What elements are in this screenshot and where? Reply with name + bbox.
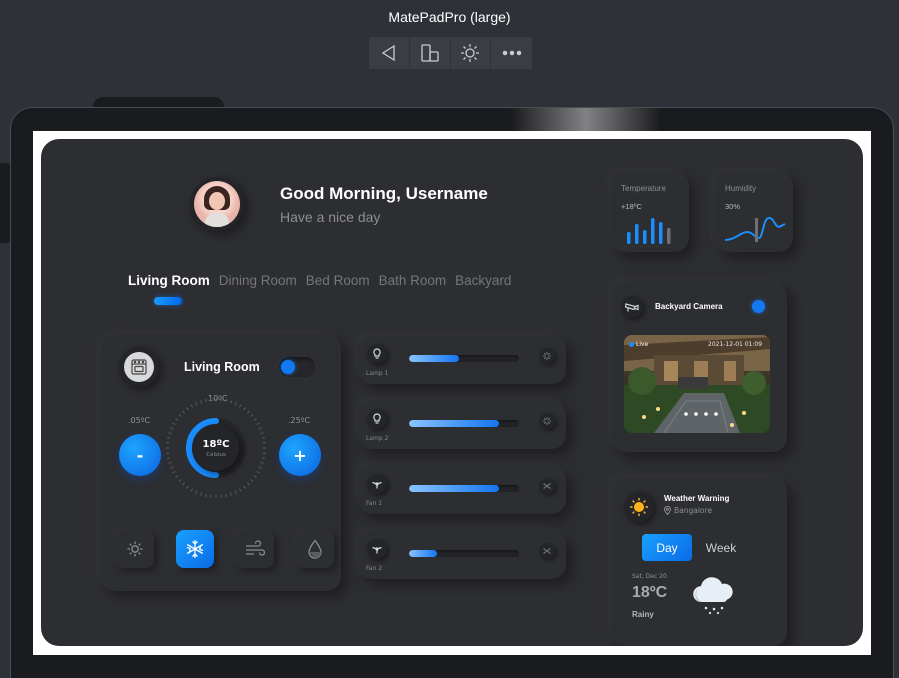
min-temp-label: .05ºC xyxy=(128,416,151,425)
device-label: Lamp 2 xyxy=(366,435,389,442)
device-level-slider[interactable] xyxy=(409,485,519,492)
tab-dining-room[interactable]: Dining Room xyxy=(219,273,297,288)
device-power-button[interactable] xyxy=(539,543,555,559)
temp-unit: Celsius xyxy=(206,451,226,458)
location-pin-icon xyxy=(664,506,671,515)
device-label: Fan 1 xyxy=(366,500,383,507)
device-label: Lamp 1 xyxy=(366,370,389,377)
power-icon xyxy=(543,417,551,425)
temperature-dial[interactable]: 18ºC Celsius xyxy=(163,395,269,501)
greeting-title: Good Morning, Username xyxy=(280,184,488,203)
fan-icon xyxy=(367,539,387,559)
camera-toggle[interactable] xyxy=(752,300,765,313)
room-power-toggle[interactable] xyxy=(279,357,315,377)
weather-card: Weather Warning Bangalore Day Week Sat, … xyxy=(612,478,787,646)
mode-humidity-button[interactable] xyxy=(296,530,334,568)
device-power-button[interactable] xyxy=(539,348,555,364)
camera-feed[interactable]: Live 2021-12-01 01:09 xyxy=(624,335,770,433)
rain-cloud-icon xyxy=(688,574,738,620)
sun-icon xyxy=(127,541,143,557)
sensor-label: Temperature xyxy=(621,184,666,193)
device-fan-2: Fan 2 xyxy=(358,531,566,579)
device-power-button[interactable] xyxy=(539,413,555,429)
lamp-icon xyxy=(367,344,387,364)
tab-living-room[interactable]: Living Room xyxy=(128,273,210,288)
device-lamp-1: Lamp 1 xyxy=(358,336,566,384)
tab-backyard[interactable]: Backyard xyxy=(455,273,511,288)
device-lamp-2: Lamp 2 xyxy=(358,401,566,449)
live-badge: Live xyxy=(629,341,648,348)
droplet-icon xyxy=(308,539,322,559)
more-icon xyxy=(502,50,521,56)
emulator-title: MatePadPro (large) xyxy=(388,9,511,25)
avatar[interactable] xyxy=(190,177,244,231)
device-power-button[interactable] xyxy=(539,478,555,494)
sensor-label: Humidity xyxy=(725,184,757,193)
wind-icon xyxy=(246,540,265,556)
room-tabs: Living Room Dining Room Bed Room Bath Ro… xyxy=(128,273,511,288)
weather-condition: Rainy xyxy=(632,610,654,619)
fan-icon xyxy=(367,474,387,494)
device-level-slider[interactable] xyxy=(409,550,519,557)
camera-title: Backyard Camera xyxy=(655,302,723,311)
greeting-subtitle: Have a nice day xyxy=(280,209,381,225)
device-level-slider[interactable] xyxy=(409,355,519,362)
rotate-button[interactable] xyxy=(410,37,451,69)
sensor-value: 30% xyxy=(725,202,741,211)
rotate-icon xyxy=(420,44,439,62)
weather-location: Bangalore xyxy=(664,506,712,515)
temperature-bars xyxy=(627,218,671,244)
tab-bed-room[interactable]: Bed Room xyxy=(306,273,370,288)
living-room-card: Living Room .05ºC 10ºC .25ºC - + 18ºC Ce… xyxy=(101,335,341,591)
more-button[interactable] xyxy=(491,37,532,69)
mode-fan-button[interactable] xyxy=(236,530,274,568)
device-label: Fan 2 xyxy=(366,565,383,572)
mode-cool-button[interactable] xyxy=(176,530,214,568)
cctv-icon xyxy=(621,296,643,318)
emulator-toolbar xyxy=(369,37,532,69)
brightness-icon xyxy=(461,44,480,62)
weather-date: Sat, Dec 20 xyxy=(632,573,667,580)
power-icon xyxy=(543,352,551,360)
sensor-value: +18ºC xyxy=(621,202,642,211)
weather-title: Weather Warning xyxy=(664,494,730,503)
weather-tab-day[interactable]: Day xyxy=(642,534,692,561)
mode-heat-button[interactable] xyxy=(116,530,154,568)
fan-small-icon xyxy=(543,548,551,554)
weather-tabs: Day Week xyxy=(642,534,746,561)
active-tab-indicator xyxy=(154,297,182,305)
smart-home-app: Good Morning, Username Have a nice day L… xyxy=(41,139,863,646)
temperature-card[interactable]: Temperature +18ºC xyxy=(611,172,689,252)
device-fan-1: Fan 1 xyxy=(358,466,566,514)
dial-center: 18ºC Celsius xyxy=(193,425,239,471)
device-level-slider[interactable] xyxy=(409,420,519,427)
current-temp: 18ºC xyxy=(202,438,230,450)
humidity-wave xyxy=(724,216,786,242)
weather-temp: 18ºC xyxy=(632,584,668,601)
backyard-scene xyxy=(624,335,770,433)
brightness-button[interactable] xyxy=(451,37,492,69)
oven-icon xyxy=(119,347,159,387)
backyard-camera-card: Backyard Camera Live 2021-12-01 01:09 xyxy=(612,282,787,452)
back-icon xyxy=(381,44,395,62)
tab-bath-room[interactable]: Bath Room xyxy=(379,273,447,288)
increase-temp-button[interactable]: + xyxy=(279,434,321,476)
room-title: Living Room xyxy=(184,360,260,374)
sun-icon xyxy=(624,492,654,522)
camera-timestamp: 2021-12-01 01:09 xyxy=(708,341,763,348)
snowflake-icon xyxy=(186,540,204,558)
back-button[interactable] xyxy=(369,37,410,69)
lamp-icon xyxy=(367,409,387,429)
decrease-temp-button[interactable]: - xyxy=(119,434,161,476)
weather-tab-week[interactable]: Week xyxy=(696,534,746,561)
fan-small-icon xyxy=(543,483,551,489)
max-temp-label: .25ºC xyxy=(288,416,311,425)
humidity-card[interactable]: Humidity 30% xyxy=(715,172,793,252)
mode-selector xyxy=(116,530,334,568)
